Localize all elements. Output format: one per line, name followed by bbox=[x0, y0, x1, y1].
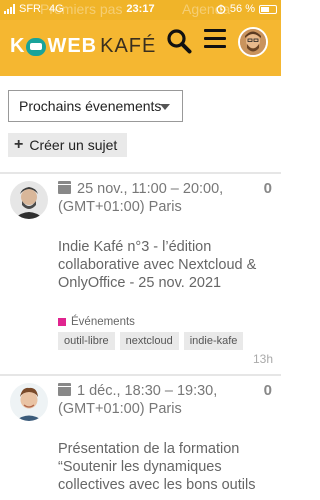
topic-list-item[interactable]: 25 nov., 11:00 – 20:00, (GMT+01:00) Pari… bbox=[0, 172, 281, 372]
category-label: Événements bbox=[71, 316, 135, 328]
event-date: 1 déc., 18:30 – 19:30, (GMT+01:00) Paris bbox=[58, 383, 218, 417]
calendar-icon bbox=[58, 383, 71, 396]
user-avatar[interactable] bbox=[238, 27, 268, 57]
logo-kafe: KAFÉ bbox=[100, 35, 157, 57]
koweb-kafe-logo[interactable]: K WEB KAFÉ bbox=[10, 35, 156, 58]
tag[interactable]: outil-libre bbox=[58, 332, 115, 350]
topic-list-item[interactable]: 1 déc., 18:30 – 19:30, (GMT+01:00) Paris… bbox=[0, 374, 281, 500]
logo-letter-k: K bbox=[10, 35, 26, 57]
plus-icon: + bbox=[14, 136, 24, 153]
alarm-icon bbox=[216, 5, 226, 14]
search-icon[interactable] bbox=[166, 28, 192, 54]
topic-title-link[interactable]: Indie Kafé n°3 - l’édition collaborative… bbox=[58, 238, 263, 292]
topic-title-link[interactable]: Présentation de la formation “Soutenir l… bbox=[58, 440, 263, 494]
status-bar: Premiers pas Agenda SFR 4G 23:17 56 % bbox=[0, 0, 281, 20]
events-filter-dropdown[interactable]: Prochains évenements bbox=[8, 90, 183, 122]
battery-icon bbox=[259, 4, 277, 14]
create-topic-button[interactable]: + Créer un sujet bbox=[8, 133, 128, 157]
create-topic-label: Créer un sujet bbox=[29, 137, 118, 153]
event-date: 25 nov., 11:00 – 20:00, (GMT+01:00) Pari… bbox=[58, 181, 224, 215]
tag[interactable]: indie-kafe bbox=[183, 332, 244, 350]
hamburger-menu-icon[interactable] bbox=[204, 29, 226, 51]
coffee-cup-icon bbox=[26, 37, 47, 56]
author-avatar[interactable] bbox=[10, 383, 48, 421]
reply-count: 0 bbox=[263, 382, 272, 399]
filter-selected-label: Prochains évenements bbox=[19, 98, 162, 114]
topic-age[interactable]: 13h bbox=[253, 352, 273, 366]
reply-count: 0 bbox=[263, 180, 272, 197]
caret-down-icon bbox=[160, 104, 170, 110]
logo-web: WEB bbox=[47, 35, 98, 57]
calendar-icon bbox=[58, 181, 71, 194]
topic-tags: outil-libre nextcloud indie-kafe bbox=[58, 332, 244, 350]
author-avatar[interactable] bbox=[10, 181, 48, 219]
tag[interactable]: nextcloud bbox=[119, 332, 179, 350]
category-color-square bbox=[58, 318, 66, 326]
battery-percent: 56 % bbox=[229, 3, 255, 15]
category-badge[interactable]: Événements bbox=[58, 316, 135, 328]
